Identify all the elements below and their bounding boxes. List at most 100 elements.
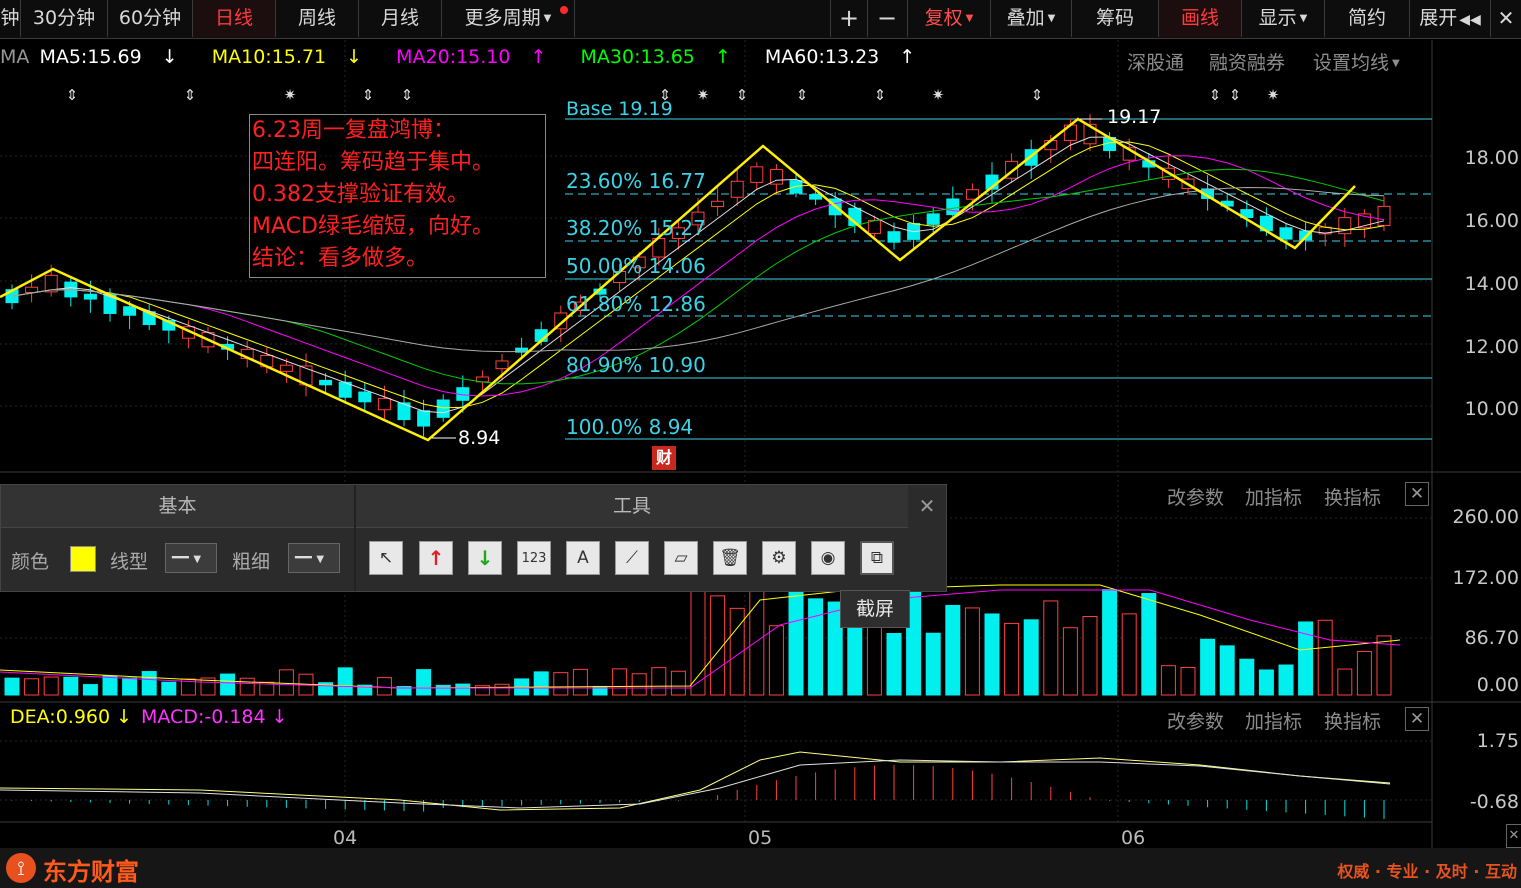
volume-bar (572, 668, 588, 696)
macd-switch-indicator-link[interactable]: 换指标 (1324, 707, 1381, 734)
volume-bar (376, 677, 392, 696)
kline-chart[interactable]: ⇕ ⇕ ✷ ⇕ ⇕ ⇕ ✷ ⇕ ⇕ ⇕ ✷ ⇕ ⇕ ⇕ ✷ (0, 0, 1521, 888)
fib-label-809: 80.90% 10.90 (566, 353, 706, 377)
macd-edit-params-link[interactable]: 改参数 (1167, 707, 1224, 734)
volume-bar (1258, 669, 1274, 696)
volume-bar (102, 675, 118, 696)
volume-bar (1102, 589, 1118, 696)
high-price-label: 19.17 (1107, 106, 1162, 128)
close-icon[interactable]: ✕ (1506, 824, 1521, 848)
candle-body (417, 410, 431, 427)
number-tool-icon[interactable]: 123 (517, 541, 551, 575)
candle-body (809, 194, 823, 200)
candle-body (867, 219, 881, 234)
close-icon[interactable]: ✕ (1405, 707, 1429, 731)
vol-add-indicator-link[interactable]: 加指标 (1245, 483, 1302, 510)
line-sample-icon: ━━ (295, 550, 312, 566)
note-line: 结论：看多做多。 (252, 246, 429, 271)
volume-bar (63, 676, 79, 696)
price-axis-label: 14.00 (1464, 273, 1519, 295)
thickness-select[interactable]: ━━ ▼ (288, 543, 340, 573)
event-marker-icon: ⇕ (66, 86, 79, 104)
volume-bar (1043, 600, 1059, 696)
macd-axis-label: 1.75 (1476, 730, 1519, 752)
volume-bar (220, 673, 236, 696)
volume-bar (43, 676, 59, 696)
eye-icon[interactable]: ◉ (811, 541, 845, 575)
event-marker-icon: ⇕ (1229, 86, 1242, 104)
thickness-label: 粗细 (232, 551, 271, 573)
line-sample-icon: ━━ (172, 550, 189, 566)
volume-bar (1141, 593, 1157, 696)
volume-bar (239, 677, 255, 696)
volume-bar (82, 684, 98, 696)
trash-icon[interactable]: 🗑 (713, 541, 747, 575)
volume-bar (1317, 619, 1333, 696)
finance-report-badge[interactable]: 财 (652, 446, 676, 470)
volume-bar (1082, 616, 1098, 696)
down-arrow-tool-icon[interactable]: ↓ (468, 541, 502, 575)
line-type-select[interactable]: ━━ ▼ (165, 543, 217, 573)
price-axis-label: 12.00 (1464, 336, 1519, 358)
volume-bar (670, 670, 686, 696)
pointer-tool-icon[interactable]: ↖ (369, 541, 403, 575)
event-marker-icon: ⇕ (736, 86, 749, 104)
volume-bar (1356, 650, 1372, 696)
volume-bar (1219, 645, 1235, 696)
month-label: 04 (333, 827, 358, 849)
up-arrow-tool-icon[interactable]: ↑ (419, 541, 453, 575)
gear-icon[interactable]: ⚙ (762, 541, 796, 575)
volume-bar (886, 632, 902, 696)
note-line: 四连阳。筹码趋于集中。 (252, 150, 495, 175)
volume-bar (768, 625, 784, 696)
eraser-tool-icon[interactable]: ▱ (664, 541, 698, 575)
volume-bar (631, 673, 647, 696)
note-line: MACD绿毛缩短，向好。 (252, 214, 494, 239)
annotation-note[interactable]: 6.23周一复盘鸿博： 四连阳。筹码趋于集中。 0.382支撑验证有效。 MAC… (249, 114, 546, 278)
event-marker-icon: ⇕ (796, 86, 809, 104)
screenshot-tooltip: 截屏 (840, 590, 910, 628)
candle-body (83, 293, 97, 300)
event-marker-icon: ⇕ (362, 86, 375, 104)
volume-bar (533, 671, 549, 696)
candle-body (750, 166, 764, 183)
event-marker-icon: ⇕ (874, 86, 887, 104)
close-icon[interactable]: ✕ (1405, 482, 1429, 506)
close-icon[interactable]: ✕ (909, 485, 945, 527)
color-swatch[interactable] (70, 546, 96, 572)
screenshot-tool-icon[interactable]: ⧉ (860, 541, 894, 575)
low-price-label: 8.94 (458, 427, 501, 449)
volume-bar (553, 672, 569, 696)
price-axis-label: 16.00 (1464, 210, 1519, 232)
chevron-down-icon: ▼ (193, 554, 202, 565)
event-marker-icon: ⇕ (1209, 86, 1222, 104)
volume-bar (925, 632, 941, 696)
volume-bar (1278, 664, 1294, 696)
volume-bar (945, 604, 961, 696)
price-axis-label: 18.00 (1464, 147, 1519, 169)
candle-body (730, 180, 744, 198)
volume-bar (1004, 622, 1020, 696)
tab-basic[interactable]: 基本 (1, 485, 356, 528)
volume-bar (984, 613, 1000, 696)
candle-body (495, 360, 509, 370)
macd-axis-label: -0.68 (1469, 791, 1519, 813)
vol-edit-params-link[interactable]: 改参数 (1167, 483, 1224, 510)
ruler-tool-icon[interactable]: ⟋ (615, 541, 649, 575)
brand-logo-icon: ⟟ (6, 853, 36, 883)
candle-body (1377, 205, 1391, 227)
vol-switch-indicator-link[interactable]: 换指标 (1324, 483, 1381, 510)
volume-bar (1121, 613, 1137, 696)
month-label: 05 (748, 827, 773, 849)
tab-tools[interactable]: 工具 (356, 485, 908, 528)
text-tool-icon[interactable]: A (566, 541, 600, 575)
volume-bar (494, 683, 510, 696)
chevron-down-icon: ▼ (316, 554, 325, 565)
volume-bar (1023, 619, 1039, 696)
macd-add-indicator-link[interactable]: 加指标 (1245, 707, 1302, 734)
fib-label-618: 61.80% 12.86 (566, 292, 706, 316)
brand-name: 东方财富 (43, 858, 139, 886)
volume-axis-label: 86.70 (1464, 627, 1519, 649)
event-marker-icon: ⇕ (401, 86, 414, 104)
event-marker-icon: ⇕ (184, 86, 197, 104)
